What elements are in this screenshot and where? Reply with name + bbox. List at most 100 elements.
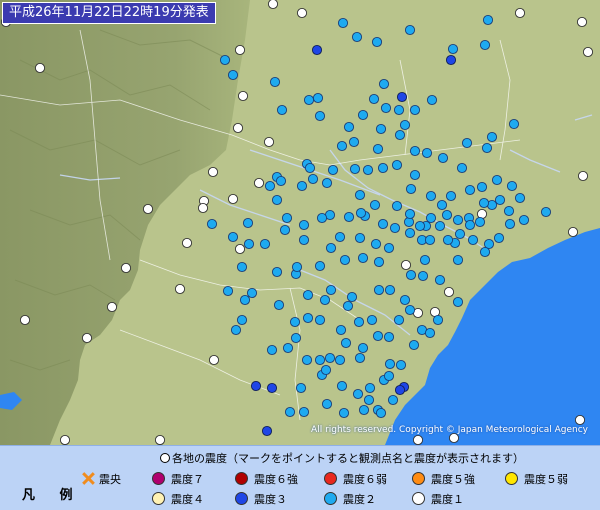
station-int2[interactable]	[476, 181, 488, 193]
station-int1[interactable]	[253, 177, 265, 189]
station-int2[interactable]	[383, 242, 395, 254]
station-int2[interactable]	[284, 406, 296, 418]
station-int2[interactable]	[370, 238, 382, 250]
station-int2[interactable]	[353, 316, 365, 328]
station-int2[interactable]	[336, 140, 348, 152]
station-int2[interactable]	[357, 342, 369, 354]
station-int2[interactable]	[384, 358, 396, 370]
station-int2[interactable]	[351, 31, 363, 43]
station-int2[interactable]	[425, 212, 437, 224]
station-int2[interactable]	[296, 180, 308, 192]
station-int2[interactable]	[303, 94, 315, 106]
station-int2[interactable]	[456, 162, 468, 174]
station-int2[interactable]	[508, 118, 520, 130]
station-int2[interactable]	[377, 162, 389, 174]
station-int2[interactable]	[302, 312, 314, 324]
station-int2[interactable]	[276, 104, 288, 116]
station-int2[interactable]	[404, 304, 416, 316]
station-int2[interactable]	[441, 209, 453, 221]
station-int2[interactable]	[319, 294, 331, 306]
station-int2[interactable]	[504, 218, 516, 230]
station-int2[interactable]	[271, 194, 283, 206]
station-int2[interactable]	[236, 314, 248, 326]
station-int2[interactable]	[314, 110, 326, 122]
station-int2[interactable]	[295, 382, 307, 394]
station-int2[interactable]	[394, 129, 406, 141]
station-int2[interactable]	[357, 109, 369, 121]
station-int2[interactable]	[354, 232, 366, 244]
station-int2[interactable]	[335, 324, 347, 336]
station-int3[interactable]	[311, 44, 323, 56]
station-int2[interactable]	[378, 78, 390, 90]
station-int2[interactable]	[340, 337, 352, 349]
station-int2[interactable]	[239, 294, 251, 306]
station-int2[interactable]	[301, 354, 313, 366]
station-int2[interactable]	[271, 266, 283, 278]
station-int1[interactable]	[514, 7, 526, 19]
station-int2[interactable]	[290, 332, 302, 344]
station-int2[interactable]	[312, 92, 324, 104]
station-int2[interactable]	[349, 163, 361, 175]
station-int2[interactable]	[454, 228, 466, 240]
station-int2[interactable]	[259, 238, 271, 250]
station-int2[interactable]	[357, 252, 369, 264]
station-int2[interactable]	[320, 364, 332, 376]
station-int2[interactable]	[414, 220, 426, 232]
station-int2[interactable]	[343, 211, 355, 223]
station-int2[interactable]	[425, 190, 437, 202]
station-int2[interactable]	[404, 24, 416, 36]
station-int2[interactable]	[464, 184, 476, 196]
station-int2[interactable]	[404, 208, 416, 220]
station-int2[interactable]	[281, 212, 293, 224]
station-int2[interactable]	[264, 180, 276, 192]
station-int2[interactable]	[302, 289, 314, 301]
station-int2[interactable]	[461, 137, 473, 149]
station-int1[interactable]	[154, 434, 166, 445]
station-int2[interactable]	[518, 214, 530, 226]
station-int2[interactable]	[362, 164, 374, 176]
station-int1[interactable]	[296, 7, 308, 19]
station-int2[interactable]	[481, 142, 493, 154]
station-int2[interactable]	[342, 300, 354, 312]
station-int3[interactable]	[396, 91, 408, 103]
station-int2[interactable]	[343, 121, 355, 133]
station-int2[interactable]	[346, 291, 358, 303]
station-int2[interactable]	[298, 406, 310, 418]
station-int2[interactable]	[372, 330, 384, 342]
station-int1[interactable]	[263, 136, 275, 148]
station-int2[interactable]	[409, 104, 421, 116]
station-int2[interactable]	[368, 93, 380, 105]
station-int2[interactable]	[437, 152, 449, 164]
station-int2[interactable]	[339, 254, 351, 266]
station-int2[interactable]	[366, 314, 378, 326]
station-int1[interactable]	[19, 314, 31, 326]
station-int2[interactable]	[364, 382, 376, 394]
station-int2[interactable]	[421, 147, 433, 159]
station-int1[interactable]	[576, 16, 588, 28]
station-int2[interactable]	[291, 261, 303, 273]
station-int2[interactable]	[336, 380, 348, 392]
station-int2[interactable]	[282, 342, 294, 354]
station-int2[interactable]	[327, 164, 339, 176]
station-int1[interactable]	[237, 90, 249, 102]
station-int2[interactable]	[298, 234, 310, 246]
station-int2[interactable]	[373, 256, 385, 268]
station-int2[interactable]	[503, 205, 515, 217]
station-int1[interactable]	[577, 170, 589, 182]
station-int1[interactable]	[267, 0, 279, 10]
station-int2[interactable]	[269, 76, 281, 88]
station-int2[interactable]	[377, 218, 389, 230]
station-int2[interactable]	[493, 232, 505, 244]
station-int1[interactable]	[400, 259, 412, 271]
station-int2[interactable]	[279, 224, 291, 236]
station-int2[interactable]	[371, 36, 383, 48]
station-int2[interactable]	[391, 159, 403, 171]
station-int2[interactable]	[298, 219, 310, 231]
station-int2[interactable]	[491, 174, 503, 186]
station-int2[interactable]	[321, 177, 333, 189]
station-int2[interactable]	[246, 287, 258, 299]
station-int2[interactable]	[434, 220, 446, 232]
station-int2[interactable]	[355, 207, 367, 219]
station-int2[interactable]	[384, 284, 396, 296]
station-int2[interactable]	[445, 190, 457, 202]
